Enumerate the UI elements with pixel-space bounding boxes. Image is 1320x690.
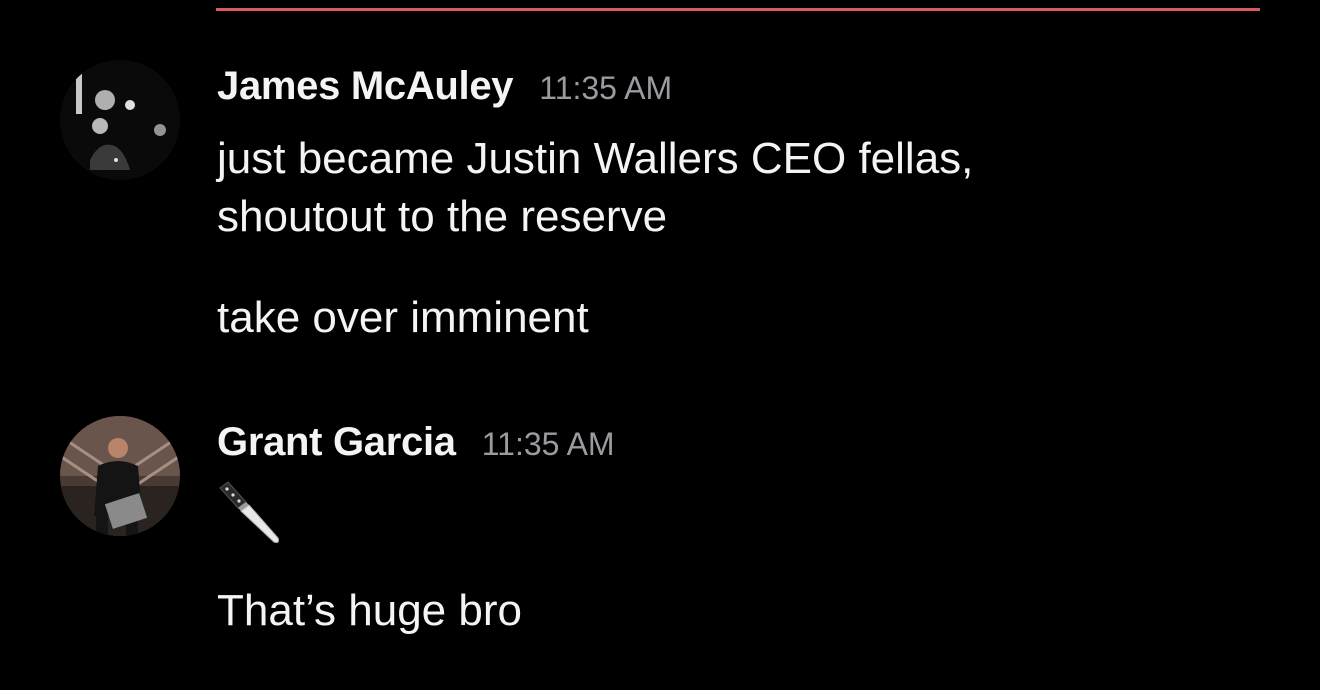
author-name[interactable]: James McAuley: [217, 64, 514, 109]
avatar-photo-icon: [60, 60, 180, 180]
message-header: James McAuley 11:35 AM: [217, 64, 672, 109]
avatar-grant-garcia[interactable]: [60, 416, 180, 536]
knife-icon: [214, 478, 284, 548]
message-line: shoutout to the reserve: [217, 192, 668, 241]
new-messages-divider: [216, 8, 1260, 11]
timestamp: 11:35 AM: [481, 426, 615, 462]
timestamp: 11:35 AM: [539, 70, 673, 106]
message-line: just became Justin Wallers CEO fellas,: [217, 134, 974, 183]
message-header: Grant Garcia 11:35 AM: [217, 420, 615, 465]
message-text: That’s huge bro: [217, 586, 522, 635]
author-name[interactable]: Grant Garcia: [217, 420, 456, 465]
message-text: just became Justin Wallers CEO fellas, s…: [217, 130, 973, 246]
message-text: take over imminent: [217, 293, 589, 342]
avatar-photo-icon: [60, 416, 180, 536]
avatar-james-mcauley[interactable]: [60, 60, 180, 180]
